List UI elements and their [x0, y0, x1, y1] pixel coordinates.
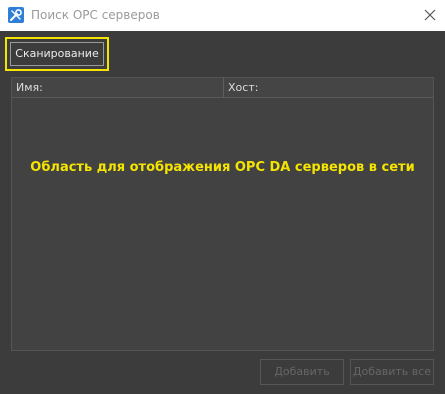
add-button[interactable]: Добавить — [260, 359, 344, 385]
list-area-annotation: Область для отображения OPC DA серверов … — [30, 160, 415, 175]
tools-icon — [8, 7, 24, 23]
list-header: Имя: Хост: — [12, 78, 433, 98]
column-header-host[interactable]: Хост: — [224, 78, 433, 97]
title-bar[interactable]: Поиск OPC серверов — [0, 0, 445, 31]
close-icon — [424, 9, 436, 21]
window-title: Поиск OPC серверов — [31, 8, 160, 22]
close-button[interactable] — [415, 0, 445, 30]
column-header-name[interactable]: Имя: — [12, 78, 224, 97]
server-list[interactable]: Имя: Хост: Область для отображения OPC D… — [11, 77, 434, 351]
opc-search-window: Поиск OPC серверов Сканирование Имя: Хос… — [0, 0, 445, 394]
add-all-button[interactable]: Добавить все — [350, 359, 434, 385]
scan-button[interactable]: Сканирование — [10, 42, 104, 66]
